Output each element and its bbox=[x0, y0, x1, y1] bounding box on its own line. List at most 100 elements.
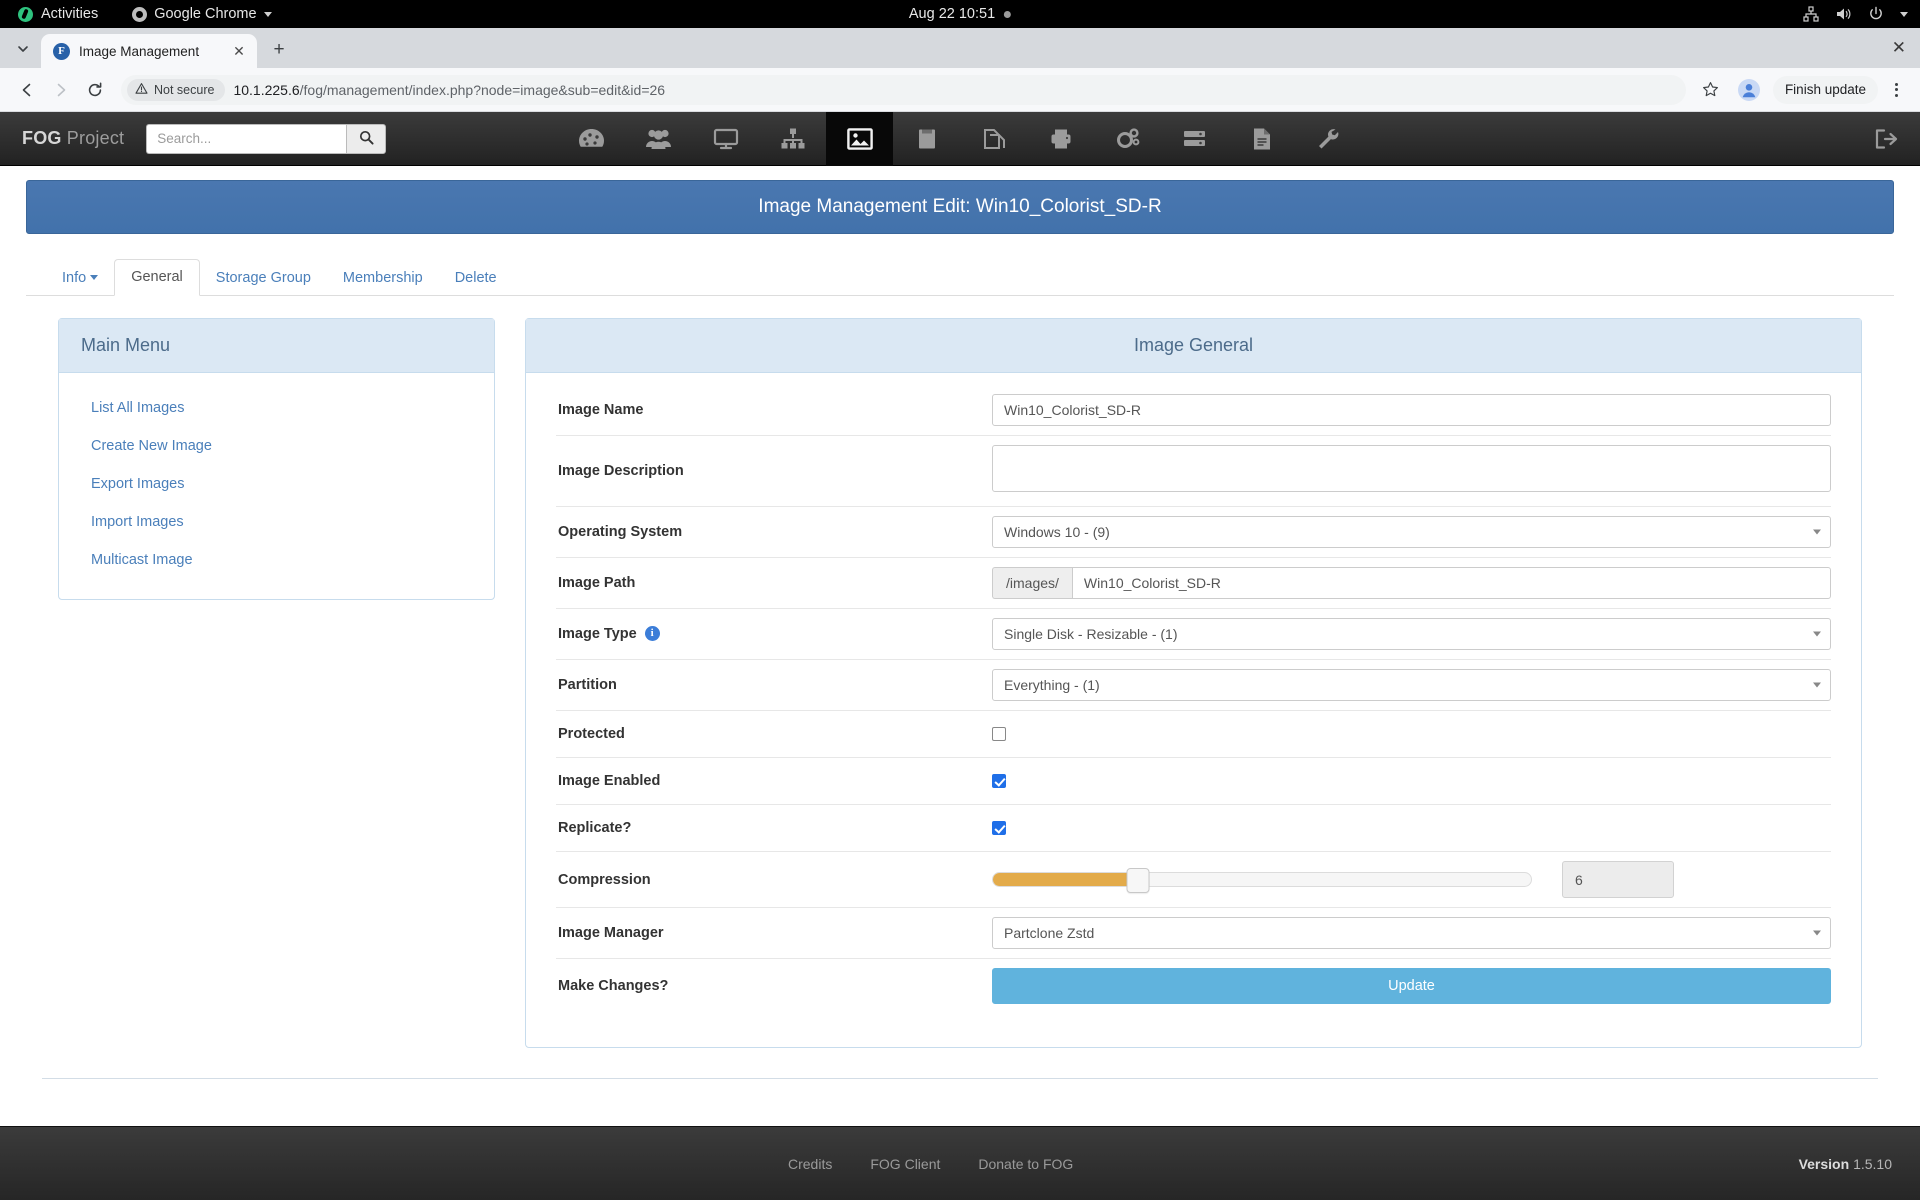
activities-button[interactable]: Activities bbox=[10, 6, 106, 22]
fog-footer: Credits FOG Client Donate to FOG Version… bbox=[0, 1126, 1920, 1200]
compression-slider-thumb[interactable] bbox=[1126, 868, 1150, 893]
footer-link-credits[interactable]: Credits bbox=[788, 1156, 832, 1172]
app-menu-label: Google Chrome bbox=[154, 6, 257, 22]
new-tab-button[interactable]: + bbox=[265, 36, 293, 64]
operating-system-select[interactable] bbox=[992, 516, 1831, 548]
chevron-down-icon bbox=[263, 11, 272, 17]
bookmark-star-icon[interactable] bbox=[1697, 76, 1725, 104]
os-clock[interactable]: Aug 22 10:51 bbox=[908, 6, 1012, 22]
image-enabled-checkbox[interactable] bbox=[992, 773, 1006, 788]
compression-value[interactable]: 6 bbox=[1562, 861, 1674, 898]
tab-general[interactable]: General bbox=[114, 258, 200, 296]
image-path-input[interactable] bbox=[1071, 567, 1831, 599]
tab-info[interactable]: Info bbox=[46, 261, 114, 297]
forward-icon[interactable] bbox=[46, 75, 76, 105]
field-image-description: Image Description bbox=[556, 436, 1831, 507]
footer-version-label: Version bbox=[1798, 1155, 1850, 1172]
field-operating-system: Operating System bbox=[556, 507, 1831, 558]
footer-version: Version 1.5.10 bbox=[1799, 1156, 1892, 1172]
info-icon[interactable]: i bbox=[644, 625, 660, 641]
volume-icon[interactable] bbox=[1835, 6, 1852, 22]
window-close-button[interactable]: ✕ bbox=[1892, 38, 1906, 58]
profile-avatar[interactable] bbox=[1735, 76, 1763, 104]
search-button[interactable] bbox=[346, 123, 387, 154]
image-enabled-label: Image Enabled bbox=[558, 773, 661, 789]
sidebar-item-import-images[interactable]: Import Images bbox=[59, 503, 494, 541]
security-badge[interactable]: Not secure bbox=[127, 78, 226, 101]
image-name-input[interactable] bbox=[992, 394, 1831, 426]
image-path-prefix: /images/ bbox=[992, 567, 1072, 599]
tab-storage-group[interactable]: Storage Group bbox=[200, 261, 327, 297]
protected-label: Protected bbox=[558, 726, 625, 742]
update-button[interactable]: Update bbox=[992, 968, 1831, 1004]
app-menu-chrome[interactable]: Google Chrome bbox=[124, 6, 279, 22]
chrome-menu-icon[interactable] bbox=[1884, 76, 1908, 104]
power-icon[interactable] bbox=[1868, 6, 1884, 22]
footer-link-fog-client[interactable]: FOG Client bbox=[870, 1156, 940, 1172]
nav-hosts-icon[interactable] bbox=[692, 112, 759, 166]
footer-link-donate[interactable]: Donate to FOG bbox=[978, 1156, 1073, 1172]
nav-images-icon[interactable] bbox=[826, 111, 893, 166]
clock-label: Aug 22 10:51 bbox=[908, 6, 996, 22]
compression-label: Compression bbox=[558, 871, 651, 888]
notification-dot-icon bbox=[1004, 10, 1012, 18]
tab-delete[interactable]: Delete bbox=[439, 261, 513, 297]
nav-icon-group bbox=[558, 111, 1362, 166]
field-image-path: Image Path /images/ bbox=[556, 558, 1831, 609]
image-type-select[interactable] bbox=[992, 618, 1831, 650]
partition-label: Partition bbox=[558, 677, 617, 693]
nav-settings-icon[interactable] bbox=[1094, 112, 1161, 166]
image-manager-select[interactable] bbox=[992, 917, 1831, 949]
logout-icon[interactable] bbox=[1850, 112, 1920, 166]
sidebar-item-export-images[interactable]: Export Images bbox=[59, 465, 494, 503]
compression-slider-fill bbox=[993, 873, 1139, 886]
image-path-label: Image Path bbox=[558, 575, 636, 591]
network-icon[interactable] bbox=[1803, 6, 1819, 22]
replicate-checkbox[interactable] bbox=[992, 820, 1006, 835]
field-image-enabled: Image Enabled bbox=[556, 758, 1831, 805]
nav-dashboard-icon[interactable] bbox=[558, 112, 625, 166]
finish-update-button[interactable]: Finish update bbox=[1772, 75, 1878, 104]
address-bar[interactable]: Not secure 10.1.225.6/fog/management/ind… bbox=[121, 74, 1686, 105]
image-description-textarea[interactable] bbox=[992, 445, 1831, 492]
tab-search-icon[interactable] bbox=[8, 34, 38, 64]
sidebar-item-create-new-image[interactable]: Create New Image bbox=[59, 427, 494, 465]
partition-select[interactable] bbox=[992, 669, 1831, 701]
sidebar-item-list-all-images[interactable]: List All Images bbox=[59, 389, 494, 427]
tab-membership[interactable]: Membership bbox=[327, 261, 439, 297]
image-manager-label: Image Manager bbox=[558, 925, 664, 941]
content-divider bbox=[42, 1078, 1878, 1079]
fog-brand[interactable]: FOG Project bbox=[0, 128, 146, 149]
image-type-label-text: Image Type bbox=[558, 626, 637, 642]
back-icon[interactable] bbox=[12, 75, 42, 105]
site-favicon-icon: F bbox=[53, 42, 70, 60]
nav-storage-icon[interactable] bbox=[893, 112, 960, 166]
nav-printers-icon[interactable] bbox=[1027, 112, 1094, 166]
search-input[interactable] bbox=[146, 123, 347, 154]
sidebar-item-multicast-image[interactable]: Multicast Image bbox=[59, 541, 494, 579]
chrome-icon bbox=[132, 6, 148, 22]
search-icon bbox=[359, 130, 374, 148]
nav-snapins-icon[interactable] bbox=[960, 112, 1027, 166]
nav-reports-icon[interactable] bbox=[1228, 112, 1295, 166]
nav-users-icon[interactable] bbox=[625, 112, 692, 166]
nav-groups-icon[interactable] bbox=[759, 112, 826, 166]
image-type-label: Image Type i bbox=[556, 625, 992, 642]
chevron-down-icon[interactable] bbox=[1900, 11, 1908, 17]
field-image-name: Image Name bbox=[556, 385, 1831, 436]
field-image-manager: Image Manager bbox=[556, 908, 1831, 959]
operating-system-label: Operating System bbox=[558, 524, 683, 540]
tab-info-label: Info bbox=[62, 269, 87, 286]
gnome-logo-icon bbox=[18, 6, 33, 22]
protected-checkbox[interactable] bbox=[992, 726, 1006, 741]
nav-tools-icon[interactable] bbox=[1295, 112, 1362, 166]
nav-tasks-icon[interactable] bbox=[1161, 112, 1228, 166]
replicate-label: Replicate? bbox=[558, 820, 632, 836]
field-partition: Partition bbox=[556, 660, 1831, 711]
reload-icon[interactable] bbox=[80, 75, 110, 105]
compression-slider[interactable] bbox=[992, 868, 1532, 893]
os-status-area[interactable] bbox=[1803, 6, 1920, 22]
field-compression: Compression 6 bbox=[556, 852, 1831, 908]
browser-tab[interactable]: F Image Management ✕ bbox=[41, 34, 257, 68]
close-icon[interactable]: ✕ bbox=[230, 42, 248, 60]
